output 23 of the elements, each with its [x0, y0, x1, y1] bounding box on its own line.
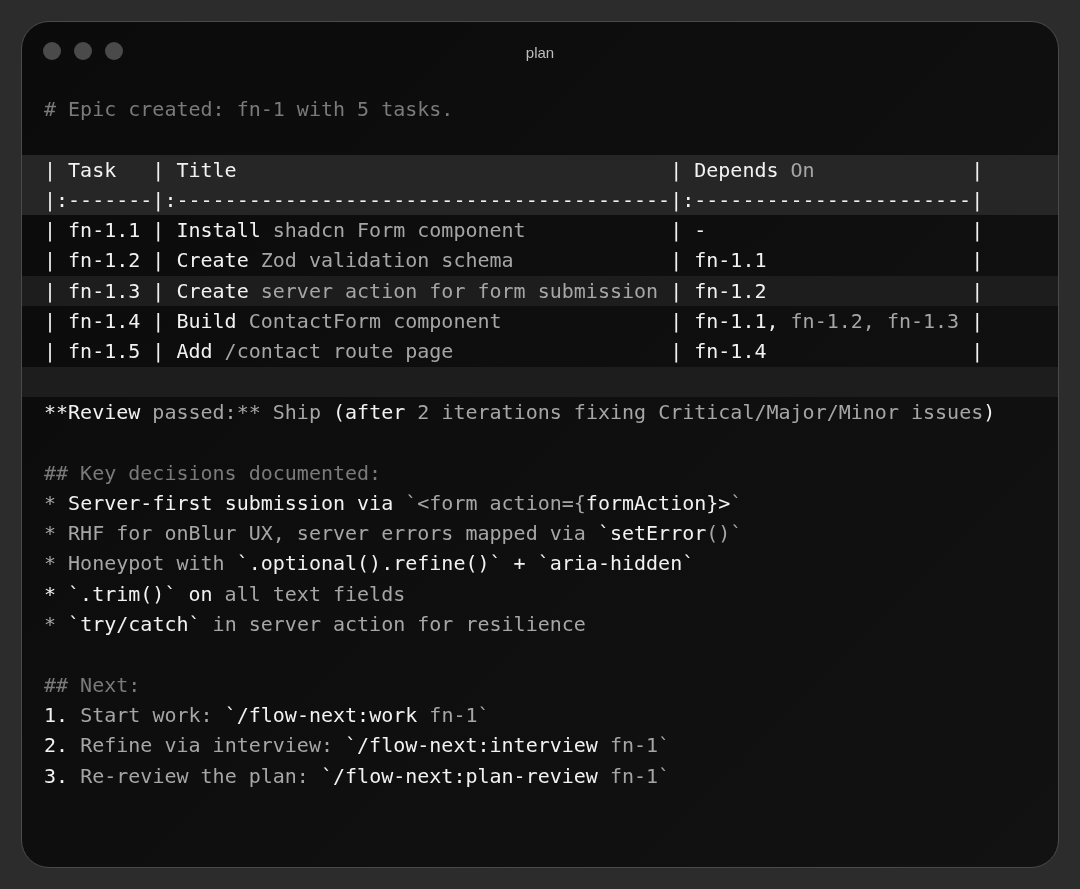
window-title: plan: [525, 43, 555, 61]
terminal-line: |:-------|:-----------------------------------------|:-----------------------|: [44, 186, 984, 214]
terminal-line: | fn-1.1 | Install shadcn Form component | - |: [44, 217, 984, 245]
terminal-line: | fn-1.5 | Add /contact route page | fn-1.4 |: [44, 338, 984, 366]
terminal-line: 1. Start work: `/flow-next:work fn-1`: [44, 701, 490, 729]
terminal-line: * `try/catch` in server action for resilience: [44, 611, 586, 639]
window-control-dot-icon[interactable]: [43, 42, 61, 60]
terminal-line: **Review passed:** Ship (after 2 iterations fixing Critical/Major/Minor issues): [44, 398, 996, 426]
window-control-dot-icon[interactable]: [74, 42, 92, 60]
terminal-line: 2. Refine via interview: `/flow-next:interview fn-1`: [44, 732, 671, 760]
terminal-line: * RHF for onBlur UX, server errors mapped via `setError()`: [44, 520, 743, 548]
terminal-line: ## Key decisions documented:: [44, 459, 382, 487]
terminal-line: * `.trim()` on all text fields: [44, 580, 406, 608]
terminal-line: ## Next:: [44, 671, 141, 699]
window-control-dot-icon[interactable]: [105, 42, 123, 60]
terminal-line: | fn-1.2 | Create Zod validation schema | fn-1.1 |: [44, 247, 984, 275]
terminal-line: * Honeypot with `.optional().refine()` + `aria-hidden`: [44, 550, 695, 578]
terminal-line: 3. Re-review the plan: `/flow-next:plan-review fn-1`: [44, 762, 671, 790]
terminal-line: | fn-1.3 | Create server action for form submission | fn-1.2 |: [44, 277, 984, 305]
terminal-line: | Task | Title | Depends On |: [44, 156, 984, 184]
terminal-line: # Epic created: fn-1 with 5 tasks.: [44, 96, 454, 123]
terminal-line: * Server-first submission via `<form action={formAction}>`: [44, 489, 743, 517]
terminal-line: | fn-1.4 | Build ContactForm component | fn-1.1, fn-1.2, fn-1.3 |: [44, 308, 984, 336]
